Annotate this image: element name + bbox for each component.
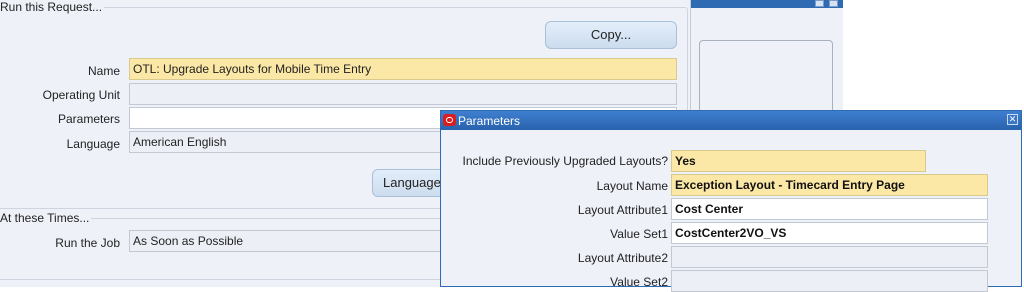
oracle-logo-icon [443,114,456,126]
value-set1-label: Value Set1 [610,227,668,241]
background-window [690,0,843,122]
background-window-titlebar [691,0,843,8]
name-label: Name [87,64,120,78]
close-icon[interactable]: ✕ [1007,114,1018,125]
copy-button[interactable]: Copy... [545,21,677,49]
schedule-section-title: At these Times... [0,211,92,225]
run-job-label: Run the Job [55,236,120,250]
layout-attribute2-label: Layout Attribute2 [577,251,668,265]
close-icon[interactable] [829,0,838,7]
layout-name-field[interactable]: Exception Layout - Timecard Entry Page [671,174,988,196]
parameters-dialog-titlebar[interactable]: Parameters ✕ [441,111,1021,130]
language-label: Language [66,137,120,151]
layout-attribute1-label: Layout Attribute1 [577,203,668,217]
operating-unit-field[interactable] [129,83,677,105]
include-upgraded-field[interactable]: Yes [671,150,926,172]
run-request-section-title: Run this Request... [0,0,105,14]
include-upgraded-label: Include Previously Upgraded Layouts? [462,154,668,168]
value-set1-field[interactable]: CostCenter2VO_VS [671,222,988,244]
parameters-dialog-title: Parameters [458,114,521,128]
minimize-icon[interactable] [815,0,824,7]
value-set2-field[interactable] [671,270,988,292]
operating-unit-label: Operating Unit [42,88,120,102]
parameters-label: Parameters [57,112,120,126]
layout-attribute1-field[interactable]: Cost Center [671,198,988,220]
parameters-dialog: Parameters ✕ Include Previously Upgraded… [440,110,1022,292]
layout-attribute2-field[interactable] [671,246,988,268]
name-field[interactable]: OTL: Upgrade Layouts for Mobile Time Ent… [129,58,677,80]
layout-name-label: Layout Name [596,179,668,193]
